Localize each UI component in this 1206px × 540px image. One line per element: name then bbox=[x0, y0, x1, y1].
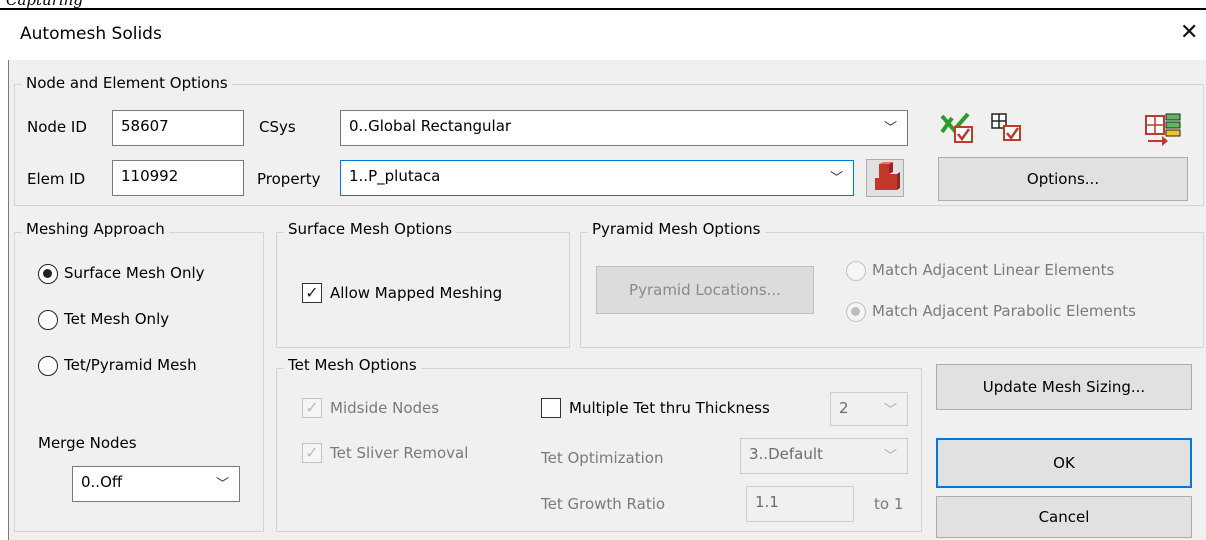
tet-growth-label: Tet Growth Ratio bbox=[541, 495, 666, 513]
match-parabolic-label: Match Adjacent Parabolic Elements bbox=[872, 302, 1136, 320]
chevron-down-icon: ﹀ bbox=[883, 449, 897, 464]
node-id-label: Node ID bbox=[27, 118, 87, 136]
tet-mesh-only-radio[interactable] bbox=[38, 310, 58, 330]
property-label: Property bbox=[257, 170, 321, 188]
title-bar bbox=[8, 10, 1206, 60]
tet-sliver-checkbox[interactable]: ✓ bbox=[302, 443, 322, 463]
grid-export-icon[interactable] bbox=[1144, 110, 1184, 146]
pyramid-mesh-legend: Pyramid Mesh Options bbox=[588, 220, 765, 238]
surface-mesh-only-radio[interactable] bbox=[38, 264, 58, 284]
midside-nodes-label: Midside Nodes bbox=[330, 399, 440, 417]
tet-optimization-label: Tet Optimization bbox=[541, 449, 664, 467]
tet-optimization-select[interactable]: 3..Default ﹀ bbox=[740, 438, 908, 474]
match-linear-label: Match Adjacent Linear Elements bbox=[872, 261, 1115, 279]
match-parabolic-radio[interactable] bbox=[846, 302, 866, 322]
tet-mesh-only-label: Tet Mesh Only bbox=[64, 310, 170, 328]
page-header: Capturing bbox=[0, 0, 1206, 9]
csys-label: CSys bbox=[259, 118, 296, 136]
tet-optimization-value: 3..Default bbox=[749, 445, 823, 463]
window-title: Automesh Solids bbox=[20, 24, 162, 44]
allow-mapped-label: Allow Mapped Meshing bbox=[330, 284, 503, 302]
options-button[interactable]: Options... bbox=[938, 157, 1188, 201]
merge-nodes-label: Merge Nodes bbox=[38, 434, 137, 452]
multiple-tet-label: Multiple Tet thru Thickness bbox=[569, 399, 770, 417]
elem-id-input[interactable]: 110992 bbox=[112, 160, 244, 196]
ok-button[interactable]: OK bbox=[936, 438, 1192, 488]
surface-mesh-only-label: Surface Mesh Only bbox=[64, 264, 205, 282]
chevron-down-icon: ﹀ bbox=[883, 403, 897, 418]
elem-id-label: Elem ID bbox=[27, 170, 86, 188]
chevron-down-icon: ﹀ bbox=[829, 171, 843, 186]
allow-mapped-checkbox[interactable]: ✓ bbox=[302, 283, 322, 303]
match-linear-radio[interactable] bbox=[846, 261, 866, 281]
property-shape-button[interactable] bbox=[866, 159, 904, 197]
csys-value: 0..Global Rectangular bbox=[349, 117, 512, 135]
checklist-icon[interactable] bbox=[938, 110, 978, 146]
node-element-legend: Node and Element Options bbox=[22, 74, 232, 92]
midside-nodes-checkbox[interactable]: ✓ bbox=[302, 398, 322, 418]
csys-select[interactable]: 0..Global Rectangular ﹀ bbox=[340, 110, 908, 146]
tet-growth-input[interactable]: 1.1 bbox=[746, 486, 854, 522]
merge-nodes-select[interactable]: 0..Off ﹀ bbox=[72, 466, 240, 502]
pyramid-locations-button[interactable]: Pyramid Locations... bbox=[596, 266, 814, 314]
tet-sliver-label: Tet Sliver Removal bbox=[330, 444, 469, 462]
tet-growth-suffix: to 1 bbox=[874, 495, 904, 513]
tet-pyramid-mesh-radio[interactable] bbox=[38, 356, 58, 376]
grid-check-icon[interactable] bbox=[988, 110, 1028, 146]
update-mesh-sizing-button[interactable]: Update Mesh Sizing... bbox=[936, 364, 1192, 410]
chevron-down-icon: ﹀ bbox=[215, 477, 229, 492]
tet-mesh-legend: Tet Mesh Options bbox=[284, 356, 421, 374]
multiple-tet-checkbox[interactable] bbox=[541, 398, 561, 418]
cancel-button[interactable]: Cancel bbox=[936, 496, 1192, 538]
meshing-approach-legend: Meshing Approach bbox=[22, 220, 169, 238]
property-select[interactable]: 1..P_plutaca ﹀ bbox=[340, 160, 854, 196]
surface-mesh-legend: Surface Mesh Options bbox=[284, 220, 457, 238]
chevron-down-icon: ﹀ bbox=[883, 121, 897, 136]
merge-nodes-value: 0..Off bbox=[81, 473, 123, 491]
node-id-input[interactable]: 58607 bbox=[112, 110, 244, 146]
close-button[interactable]: ✕ bbox=[1180, 20, 1198, 45]
tet-pyramid-mesh-label: Tet/Pyramid Mesh bbox=[64, 356, 197, 374]
multiple-tet-value: 2 bbox=[839, 399, 849, 417]
multiple-tet-select[interactable]: 2 ﹀ bbox=[830, 392, 908, 426]
solid-shape-icon bbox=[875, 162, 900, 190]
property-value: 1..P_plutaca bbox=[349, 167, 441, 185]
